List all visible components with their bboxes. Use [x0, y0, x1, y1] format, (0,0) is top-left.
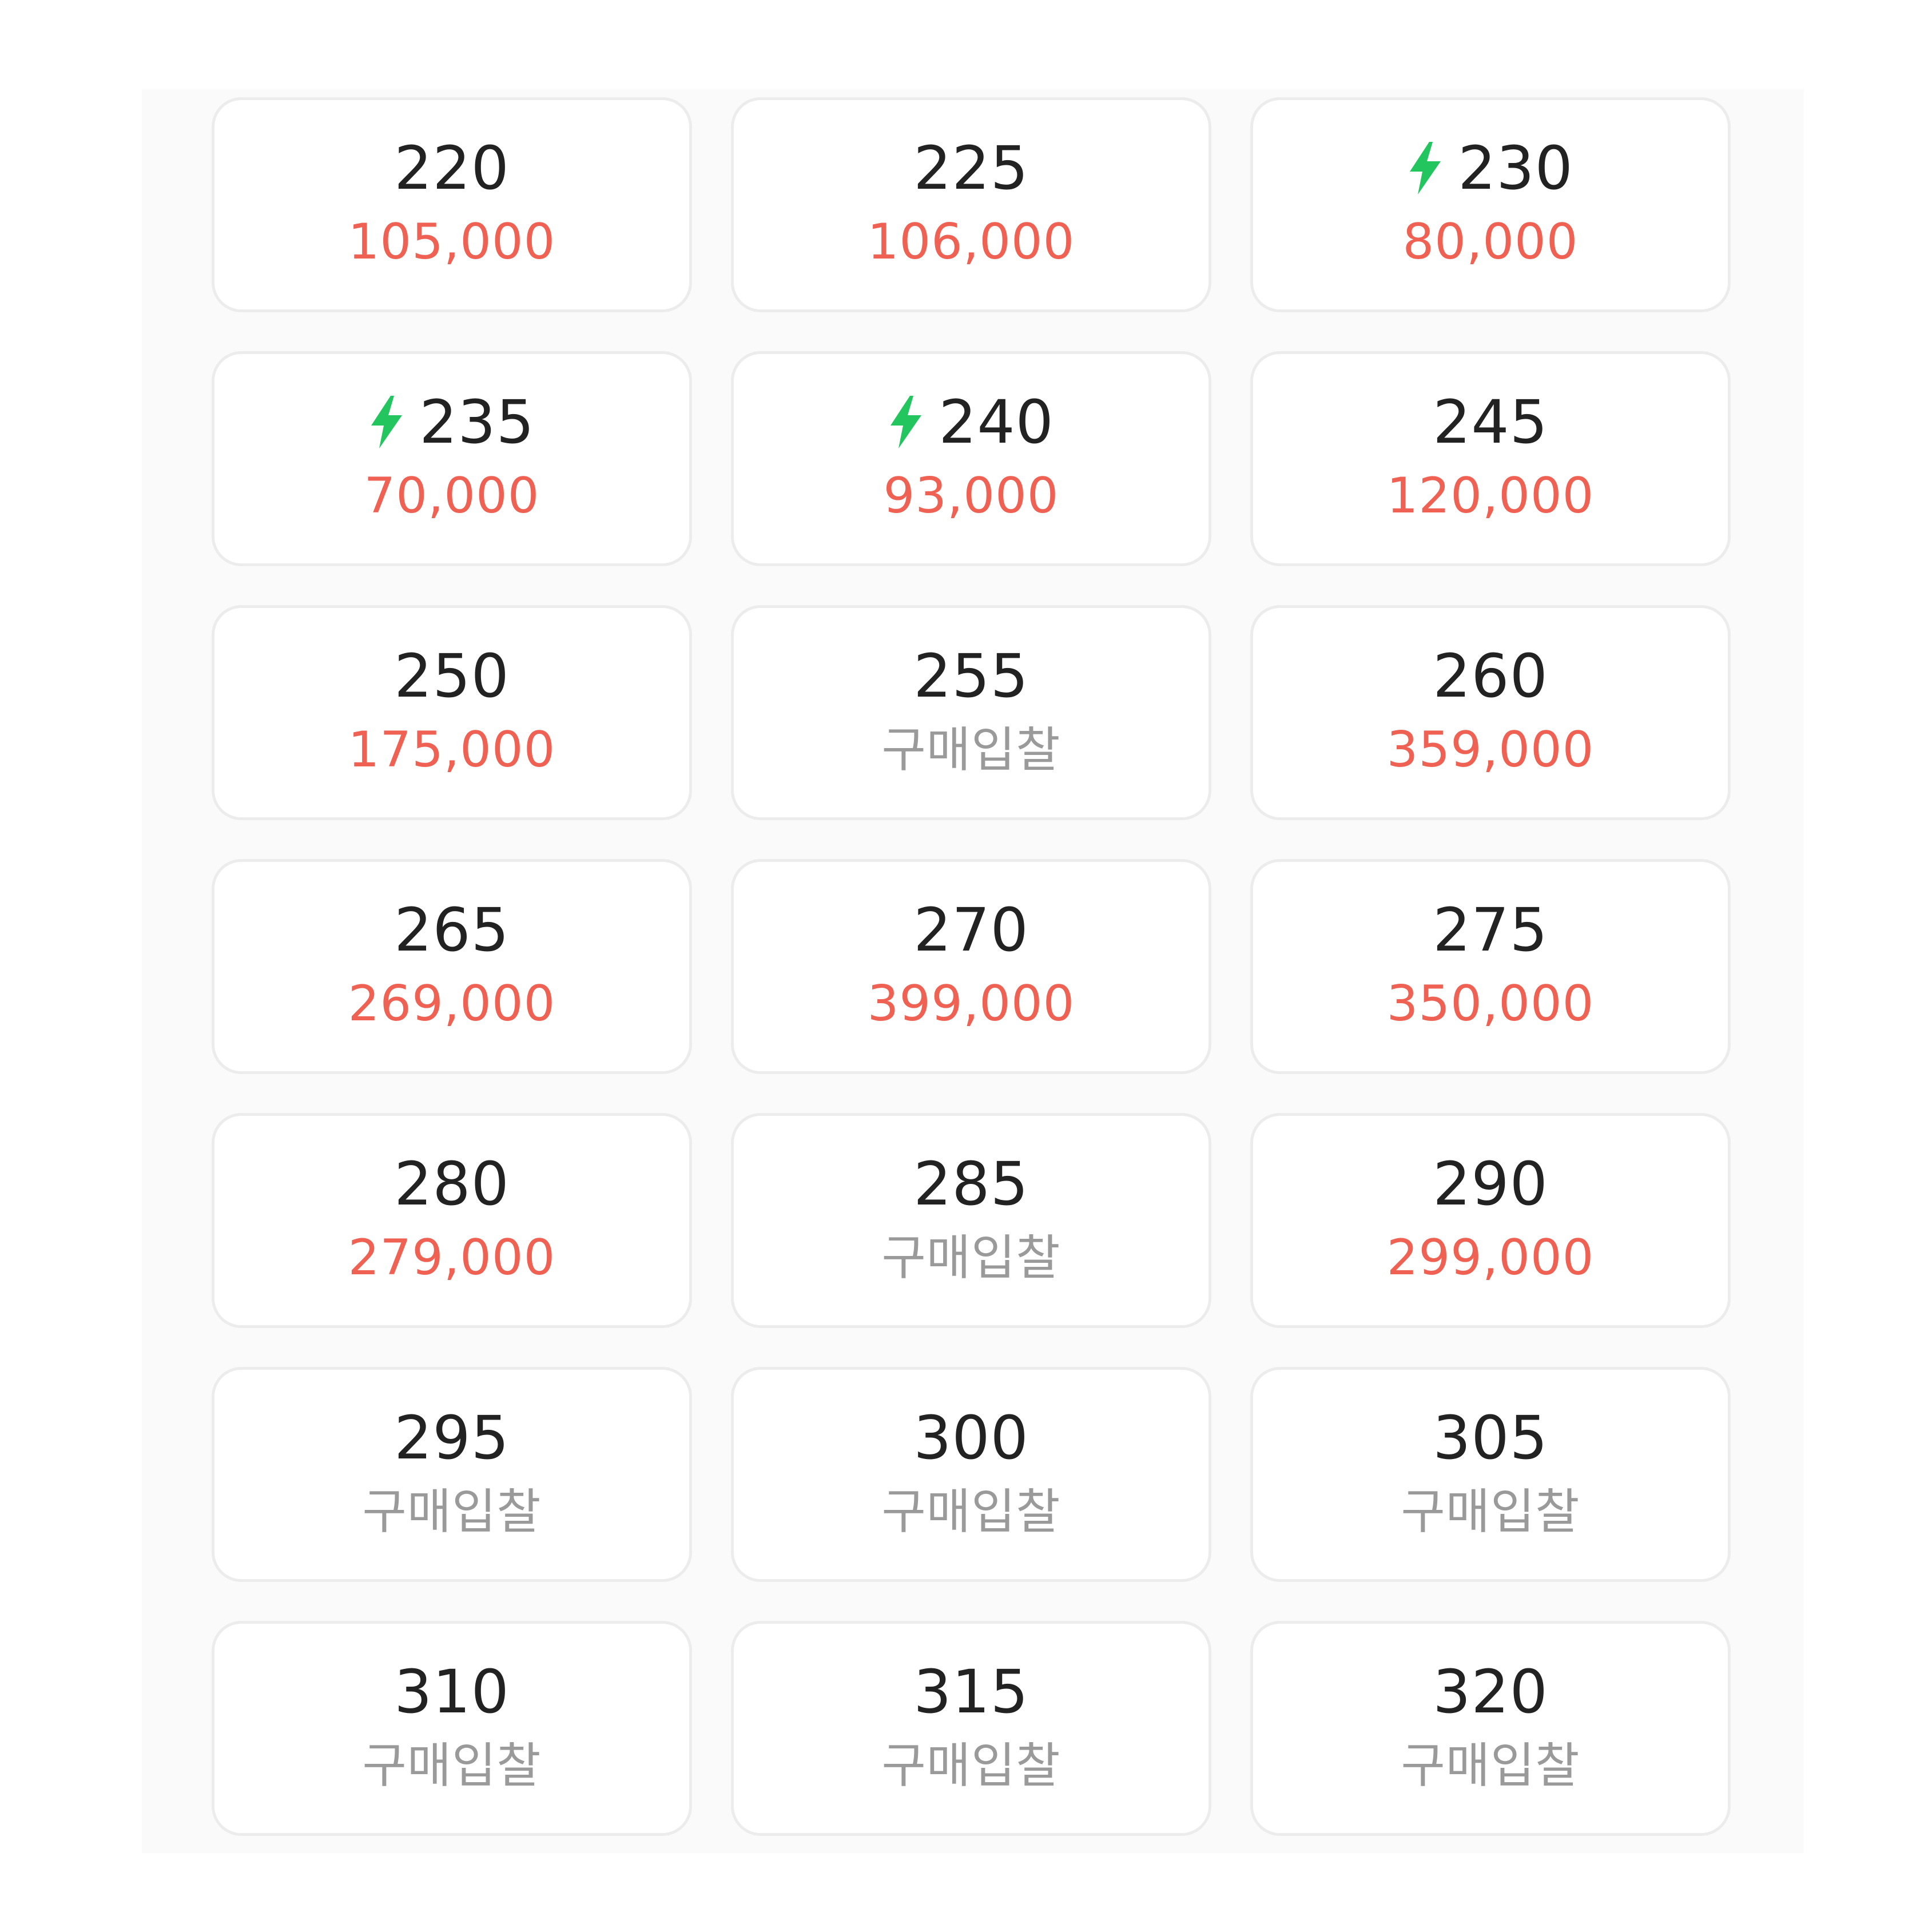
size-option-275[interactable]: 275 350,000 — [1250, 859, 1731, 1074]
price-label: 120,000 — [1386, 467, 1595, 524]
size-option-290[interactable]: 290 299,000 — [1250, 1113, 1731, 1328]
size-option-255[interactable]: 255 구매입찰 — [731, 605, 1211, 820]
size-option-285[interactable]: 285 구매입찰 — [731, 1113, 1211, 1328]
bid-label: 구매입찰 — [881, 722, 1061, 778]
size-row: 230 — [1253, 137, 1728, 200]
size-option-225[interactable]: 225 106,000 — [731, 97, 1211, 312]
size-label: 290 — [1433, 1149, 1548, 1219]
size-row: 320 — [1253, 1660, 1728, 1723]
size-label: 270 — [913, 895, 1029, 965]
size-row: 290 — [1253, 1152, 1728, 1215]
size-row: 275 — [1253, 899, 1728, 961]
size-label: 275 — [1433, 895, 1548, 965]
size-row: 315 — [734, 1660, 1209, 1723]
bid-label: 구매입찰 — [881, 1484, 1061, 1540]
size-option-295[interactable]: 295 구매입찰 — [212, 1367, 692, 1582]
size-option-265[interactable]: 265 269,000 — [212, 859, 692, 1074]
size-option-245[interactable]: 245 120,000 — [1250, 351, 1731, 566]
size-grid: 220 105,000 225 106,000 230 80,000 235 7… — [212, 97, 1731, 1836]
size-row: 280 — [214, 1152, 689, 1215]
bid-label: 구매입찰 — [362, 1738, 542, 1794]
size-label: 295 — [394, 1403, 510, 1473]
bid-label: 구매입찰 — [1401, 1738, 1580, 1794]
size-row: 300 — [734, 1406, 1209, 1469]
bid-label: 구매입찰 — [881, 1230, 1061, 1286]
size-row: 305 — [1253, 1406, 1728, 1469]
size-option-315[interactable]: 315 구매입찰 — [731, 1621, 1211, 1836]
size-label: 285 — [913, 1149, 1029, 1219]
bid-label: 구매입찰 — [1401, 1484, 1580, 1540]
size-label: 265 — [394, 895, 510, 965]
size-option-235[interactable]: 235 70,000 — [212, 351, 692, 566]
size-label: 305 — [1433, 1403, 1548, 1473]
size-row: 260 — [1253, 645, 1728, 707]
price-label: 350,000 — [1386, 975, 1595, 1032]
size-label: 220 — [394, 133, 510, 203]
lightning-bolt-icon — [888, 396, 924, 448]
price-label: 279,000 — [348, 1229, 556, 1286]
size-row: 285 — [734, 1152, 1209, 1215]
size-label: 255 — [913, 641, 1029, 711]
size-label: 245 — [1433, 387, 1548, 457]
size-row: 220 — [214, 137, 689, 200]
price-label: 359,000 — [1386, 721, 1595, 778]
size-label: 240 — [939, 387, 1054, 457]
lightning-bolt-icon — [1408, 142, 1443, 194]
size-label: 280 — [394, 1149, 510, 1219]
price-label: 105,000 — [348, 213, 556, 271]
size-option-270[interactable]: 270 399,000 — [731, 859, 1211, 1074]
price-label: 269,000 — [348, 975, 556, 1032]
lightning-bolt-icon — [369, 396, 404, 448]
size-option-240[interactable]: 240 93,000 — [731, 351, 1211, 566]
size-label: 225 — [913, 133, 1029, 203]
size-label: 230 — [1458, 133, 1573, 203]
size-row: 255 — [734, 645, 1209, 707]
size-label: 235 — [419, 387, 535, 457]
price-label: 70,000 — [364, 467, 540, 524]
size-label: 310 — [394, 1657, 510, 1727]
size-row: 240 — [734, 391, 1209, 454]
price-label: 175,000 — [348, 721, 556, 778]
size-row: 270 — [734, 899, 1209, 961]
size-label: 250 — [394, 641, 510, 711]
price-label: 106,000 — [867, 213, 1075, 271]
size-option-305[interactable]: 305 구매입찰 — [1250, 1367, 1731, 1582]
size-selector-panel: 220 105,000 225 106,000 230 80,000 235 7… — [142, 89, 1804, 1853]
size-row: 250 — [214, 645, 689, 707]
bid-label: 구매입찰 — [881, 1738, 1061, 1794]
size-row: 235 — [214, 391, 689, 454]
size-row: 265 — [214, 899, 689, 961]
size-option-250[interactable]: 250 175,000 — [212, 605, 692, 820]
size-row: 310 — [214, 1660, 689, 1723]
size-row: 295 — [214, 1406, 689, 1469]
size-label: 315 — [913, 1657, 1029, 1727]
size-label: 300 — [913, 1403, 1029, 1473]
size-option-260[interactable]: 260 359,000 — [1250, 605, 1731, 820]
size-option-300[interactable]: 300 구매입찰 — [731, 1367, 1211, 1582]
size-option-280[interactable]: 280 279,000 — [212, 1113, 692, 1328]
price-label: 80,000 — [1402, 213, 1579, 271]
price-label: 93,000 — [883, 467, 1059, 524]
price-label: 299,000 — [1386, 1229, 1595, 1286]
size-row: 245 — [1253, 391, 1728, 454]
size-option-320[interactable]: 320 구매입찰 — [1250, 1621, 1731, 1836]
bid-label: 구매입찰 — [362, 1484, 542, 1540]
size-option-310[interactable]: 310 구매입찰 — [212, 1621, 692, 1836]
size-option-220[interactable]: 220 105,000 — [212, 97, 692, 312]
price-label: 399,000 — [867, 975, 1075, 1032]
size-row: 225 — [734, 137, 1209, 200]
size-label: 260 — [1433, 641, 1548, 711]
size-option-230[interactable]: 230 80,000 — [1250, 97, 1731, 312]
size-label: 320 — [1433, 1657, 1548, 1727]
